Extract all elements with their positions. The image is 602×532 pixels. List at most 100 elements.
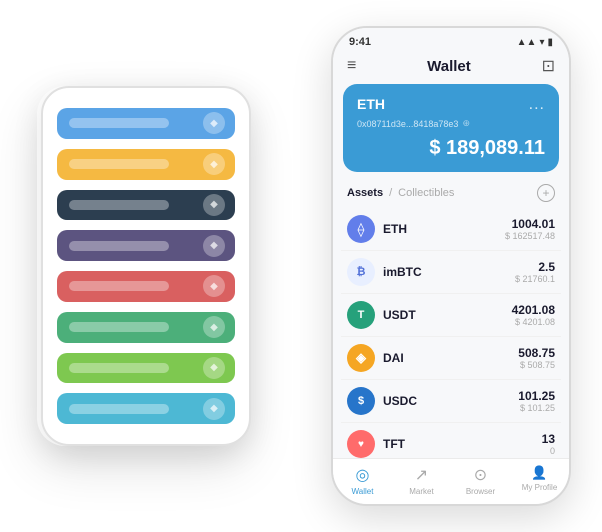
usdc-icon: $ [347, 387, 375, 415]
eth-balance: $ 189,089.11 [357, 137, 545, 160]
status-bar: 9:41 ▲▲ ▾ ▮ [333, 28, 569, 52]
eth-icon: ⟠ [347, 215, 375, 243]
status-time: 9:41 [349, 36, 371, 48]
signal-icon: ▲▲ [517, 37, 537, 48]
market-nav-label: Market [409, 487, 433, 496]
scene: ◆ ◆ ◆ ◆ ◆ ◆ ◆ ◆ [11, 11, 591, 521]
market-nav-icon: ↗ [415, 465, 428, 485]
nav-profile[interactable]: 👤 My Profile [510, 465, 569, 496]
asset-item-imbtc[interactable]: ₿ imBTC 2.5 $ 21760.1 [341, 251, 561, 294]
nav-wallet[interactable]: ◎ Wallet [333, 465, 392, 496]
asset-item-usdc[interactable]: $ USDC 101.25 $ 101.25 [341, 380, 561, 423]
card-icon-2: ◆ [203, 153, 225, 175]
imbtc-usd: $ 21760.1 [515, 274, 555, 284]
tft-amount: 13 [542, 432, 555, 446]
card-text-3 [69, 200, 169, 210]
asset-item-eth[interactable]: ⟠ ETH 1004.01 $ 162517.48 [341, 208, 561, 251]
menu-icon[interactable]: ≡ [347, 57, 356, 75]
wallet-nav-icon: ◎ [356, 465, 370, 485]
scan-icon[interactable]: ⊡ [542, 56, 555, 76]
usdt-amounts: 4201.08 $ 4201.08 [512, 303, 555, 327]
card-icon-1: ◆ [203, 112, 225, 134]
usdt-icon: T [347, 301, 375, 329]
card-red: ◆ [57, 271, 235, 302]
asset-item-tft[interactable]: ♥ TFT 13 0 [341, 423, 561, 458]
asset-item-dai[interactable]: ◈ DAI 508.75 $ 508.75 [341, 337, 561, 380]
eth-amount: 1004.01 [505, 217, 555, 231]
dai-icon: ◈ [347, 344, 375, 372]
dai-amounts: 508.75 $ 508.75 [518, 346, 555, 370]
tab-separator: / [389, 187, 392, 199]
usdc-amounts: 101.25 $ 101.25 [518, 389, 555, 413]
card-purple: ◆ [57, 230, 235, 261]
card-green: ◆ [57, 312, 235, 343]
eth-address-text: 0x08711d3e...8418a78e3 [357, 119, 458, 129]
eth-name: ETH [383, 222, 505, 236]
eth-more-icon[interactable]: ... [529, 96, 545, 114]
eth-address: 0x08711d3e...8418a78e3 ⊕ [357, 118, 545, 129]
card-icon-8: ◆ [203, 398, 225, 420]
usdc-amount: 101.25 [518, 389, 555, 403]
card-yellow: ◆ [57, 149, 235, 180]
card-icon-6: ◆ [203, 316, 225, 338]
card-text-6 [69, 322, 169, 332]
front-phone: 9:41 ▲▲ ▾ ▮ ≡ Wallet ⊡ ETH ... 0x08711d3… [331, 26, 571, 506]
back-phone: ◆ ◆ ◆ ◆ ◆ ◆ ◆ ◆ [41, 86, 251, 446]
eth-amounts: 1004.01 $ 162517.48 [505, 217, 555, 241]
tft-icon: ♥ [347, 430, 375, 458]
page-title: Wallet [427, 58, 471, 75]
profile-nav-icon: 👤 [531, 465, 547, 481]
card-text-5 [69, 281, 169, 291]
browser-nav-label: Browser [466, 487, 495, 496]
card-sky: ◆ [57, 393, 235, 424]
profile-nav-label: My Profile [522, 483, 558, 492]
nav-browser[interactable]: ⊙ Browser [451, 465, 510, 496]
bottom-nav: ◎ Wallet ↗ Market ⊙ Browser 👤 My Profile [333, 458, 569, 504]
imbtc-name: imBTC [383, 265, 515, 279]
wallet-nav-label: Wallet [352, 487, 374, 496]
wifi-icon: ▾ [539, 37, 544, 48]
card-text-1 [69, 118, 169, 128]
card-text-7 [69, 363, 169, 373]
card-icon-4: ◆ [203, 235, 225, 257]
copy-icon[interactable]: ⊕ [462, 118, 470, 129]
usdt-amount: 4201.08 [512, 303, 555, 317]
imbtc-amount: 2.5 [515, 260, 555, 274]
eth-usd: $ 162517.48 [505, 231, 555, 241]
dai-amount: 508.75 [518, 346, 555, 360]
battery-icon: ▮ [547, 37, 553, 48]
dai-name: DAI [383, 351, 518, 365]
card-text-8 [69, 404, 169, 414]
imbtc-amounts: 2.5 $ 21760.1 [515, 260, 555, 284]
browser-nav-icon: ⊙ [474, 465, 487, 485]
usdc-usd: $ 101.25 [518, 403, 555, 413]
eth-card-top: ETH ... [357, 96, 545, 114]
card-text-2 [69, 159, 169, 169]
asset-item-usdt[interactable]: T USDT 4201.08 $ 4201.08 [341, 294, 561, 337]
add-asset-button[interactable]: + [537, 184, 555, 202]
card-text-4 [69, 241, 169, 251]
phone-header: ≡ Wallet ⊡ [333, 52, 569, 84]
tab-assets[interactable]: Assets [347, 187, 383, 199]
asset-list: ⟠ ETH 1004.01 $ 162517.48 ₿ imBTC 2.5 $ … [333, 208, 569, 458]
card-dark: ◆ [57, 190, 235, 221]
card-blue: ◆ [57, 108, 235, 139]
assets-header: Assets / Collectibles + [333, 180, 569, 208]
usdc-name: USDC [383, 394, 518, 408]
card-icon-5: ◆ [203, 275, 225, 297]
status-icons: ▲▲ ▾ ▮ [517, 37, 553, 48]
eth-label: ETH [357, 96, 385, 112]
usdt-name: USDT [383, 308, 512, 322]
nav-market[interactable]: ↗ Market [392, 465, 451, 496]
card-icon-3: ◆ [203, 194, 225, 216]
dai-usd: $ 508.75 [518, 360, 555, 370]
tft-amounts: 13 0 [542, 432, 555, 456]
assets-tabs: Assets / Collectibles [347, 187, 454, 199]
tab-collectibles[interactable]: Collectibles [398, 187, 454, 199]
eth-card[interactable]: ETH ... 0x08711d3e...8418a78e3 ⊕ $ 189,0… [343, 84, 559, 172]
tft-usd: 0 [542, 446, 555, 456]
imbtc-icon: ₿ [347, 258, 375, 286]
usdt-usd: $ 4201.08 [512, 317, 555, 327]
card-light-green: ◆ [57, 353, 235, 384]
tft-name: TFT [383, 437, 542, 451]
